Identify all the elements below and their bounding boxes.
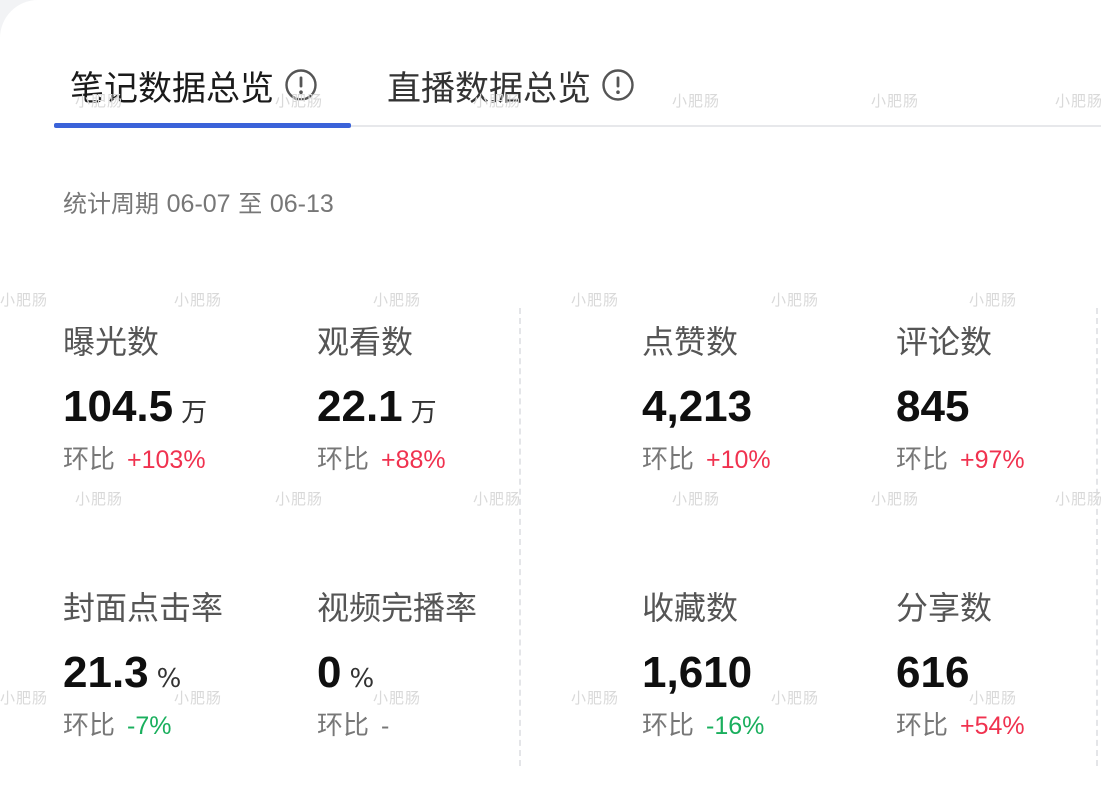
- info-icon[interactable]: [284, 68, 318, 102]
- metric-change-label: 环比: [642, 445, 695, 475]
- metric-change: -7%: [127, 712, 172, 740]
- metric-favorites: 收藏数 1,610 环比 -16%: [642, 586, 882, 744]
- period-separator: 至: [238, 190, 263, 218]
- watermark: 小肥肠: [871, 490, 920, 508]
- watermark: 小肥肠: [0, 291, 49, 309]
- metric-change-label: 环比: [896, 711, 949, 741]
- metric-value: 616: [896, 648, 970, 697]
- metric-label: 收藏数: [642, 589, 739, 627]
- metric-change: +97%: [960, 446, 1025, 474]
- watermark: 小肥肠: [969, 291, 1018, 309]
- metric-value: 22.1: [317, 382, 403, 431]
- watermark: 小肥肠: [0, 689, 49, 707]
- tab-bar: 笔记数据总览 直播数据总览: [0, 0, 1101, 128]
- watermark: 小肥肠: [275, 490, 324, 508]
- tab-live-label: 直播数据总览: [387, 68, 591, 109]
- watermark: 小肥肠: [174, 291, 223, 309]
- metric-change: +54%: [960, 712, 1025, 740]
- watermark: 小肥肠: [373, 291, 422, 309]
- metric-change-label: 环比: [63, 711, 116, 741]
- metric-change: +88%: [381, 446, 446, 474]
- metric-label: 点赞数: [642, 323, 739, 361]
- data-overview-card: 笔记数据总览 直播数据总览 统计周期 06-07 至 06-13 曝光数 104…: [0, 0, 1101, 789]
- metric-label: 观看数: [317, 323, 414, 361]
- metric-label: 评论数: [896, 323, 993, 361]
- watermark: 小肥肠: [771, 291, 820, 309]
- metric-label: 视频完播率: [317, 589, 478, 627]
- watermark: 小肥肠: [75, 490, 124, 508]
- active-tab-indicator: [54, 123, 351, 128]
- metric-value: 1,610: [642, 648, 753, 697]
- watermark: 小肥肠: [571, 291, 620, 309]
- metric-change-label: 环比: [896, 445, 949, 475]
- metric-value: 0: [317, 648, 342, 697]
- metric-value: 845: [896, 382, 970, 431]
- tab-live-overview[interactable]: 直播数据总览: [387, 62, 635, 109]
- metric-value: 104.5: [63, 382, 174, 431]
- metric-change: +10%: [706, 446, 771, 474]
- tab-notes-overview[interactable]: 笔记数据总览: [70, 62, 318, 109]
- period-label: 统计周期: [63, 190, 159, 218]
- metric-impressions: 曝光数 104.5 万 环比 +103%: [63, 320, 303, 478]
- metric-unit: %: [349, 664, 375, 694]
- metric-value: 21.3: [63, 648, 149, 697]
- metric-views: 观看数 22.1 万 环比 +88%: [317, 320, 557, 478]
- metric-change-label: 环比: [63, 445, 116, 475]
- watermark: 小肥肠: [1055, 490, 1101, 508]
- metric-change-label: 环比: [642, 711, 695, 741]
- info-icon[interactable]: [601, 68, 635, 102]
- tab-notes-label: 笔记数据总览: [70, 68, 274, 109]
- watermark: 小肥肠: [473, 490, 522, 508]
- metric-change: +103%: [127, 446, 206, 474]
- metric-cover-ctr: 封面点击率 21.3% 环比 -7%: [63, 586, 303, 744]
- metric-unit: 万: [410, 398, 437, 428]
- metric-change: -16%: [706, 712, 765, 740]
- stat-period: 统计周期 06-07 至 06-13: [63, 184, 334, 219]
- watermark: 小肥肠: [672, 490, 721, 508]
- metric-likes: 点赞数 4,213 环比 +10%: [642, 320, 882, 478]
- metric-completion-rate: 视频完播率 0% 环比 -: [317, 586, 557, 744]
- period-end: 06-13: [269, 190, 334, 218]
- metric-comments: 评论数 845 环比 +97%: [896, 320, 1101, 478]
- metric-change: -: [381, 712, 390, 740]
- metric-value: 4,213: [642, 382, 753, 431]
- metric-unit: %: [156, 664, 182, 694]
- metric-label: 封面点击率: [63, 589, 224, 627]
- watermark: 小肥肠: [571, 689, 620, 707]
- metric-shares: 分享数 616 环比 +54%: [896, 586, 1101, 744]
- metric-change-label: 环比: [317, 445, 370, 475]
- metric-unit: 万: [181, 398, 208, 428]
- period-start: 06-07: [166, 190, 231, 218]
- metric-label: 曝光数: [63, 323, 160, 361]
- metric-label: 分享数: [896, 589, 993, 627]
- metric-change-label: 环比: [317, 711, 370, 741]
